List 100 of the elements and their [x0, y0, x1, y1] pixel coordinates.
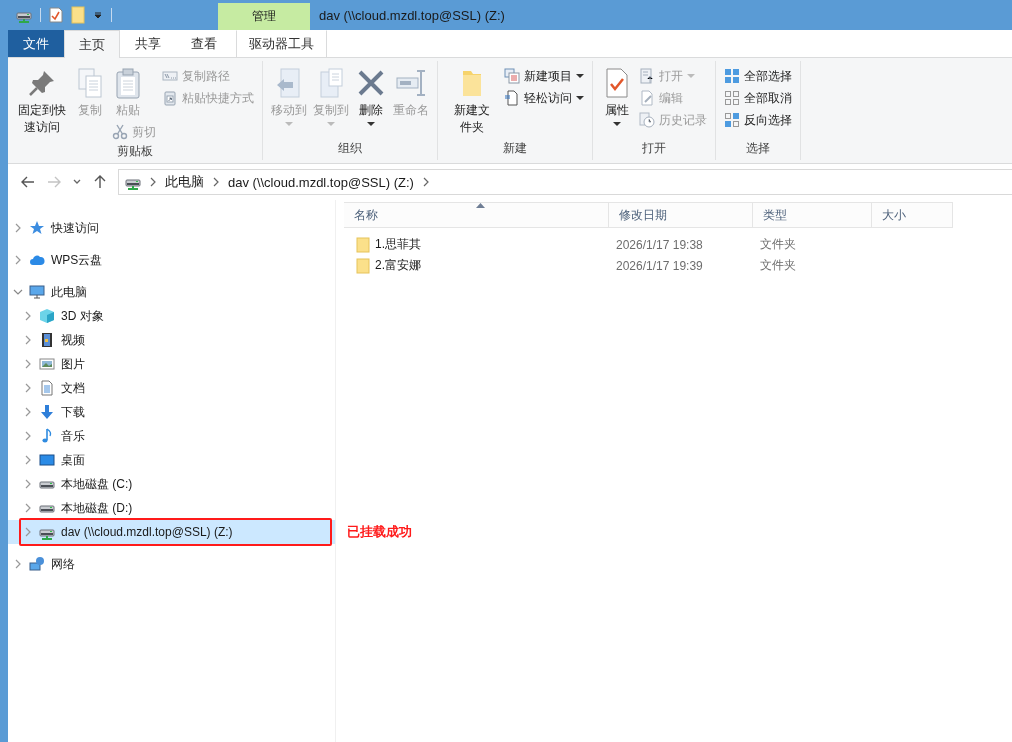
tree-item[interactable]: 图片 [8, 352, 335, 376]
ribbon-button[interactable]: 反向选择 [722, 109, 794, 131]
context-tab-label: 管理 [218, 3, 310, 30]
network-icon [29, 556, 45, 572]
chevron-right-icon[interactable] [23, 311, 33, 321]
annotation-text: 已挂载成功 [347, 523, 412, 541]
file-name[interactable]: 1.思菲其 [375, 236, 421, 253]
clock-icon [639, 112, 655, 128]
up-arrow-icon[interactable] [92, 174, 108, 190]
ribbon-tab[interactable]: 文件 [8, 30, 64, 57]
rename-icon [395, 67, 427, 99]
ribbon-tab[interactable]: 查看 [176, 30, 232, 57]
forward-arrow-icon[interactable] [46, 174, 62, 190]
address-bar[interactable]: 此电脑 dav (\\cloud.mzdl.top@SSL) (Z:) [118, 169, 1012, 195]
chevron-right-icon [212, 177, 220, 187]
chevron-right-icon[interactable] [13, 223, 23, 233]
breadcrumb[interactable]: dav (\\cloud.mzdl.top@SSL) (Z:) [228, 174, 414, 190]
breadcrumb[interactable]: 此电脑 [165, 173, 204, 191]
tree-item[interactable]: 本地磁盘 (D:) [8, 496, 335, 520]
document-icon [39, 380, 55, 396]
star-icon [29, 220, 45, 236]
document-check-icon[interactable] [49, 7, 63, 23]
chevron-right-icon [421, 177, 430, 187]
picture-icon [39, 356, 55, 372]
tree-item[interactable]: 桌面 [8, 448, 335, 472]
chevron-right-icon[interactable] [23, 431, 33, 441]
group-label: 选择 [745, 140, 771, 157]
cube-icon [39, 308, 55, 324]
chevron-right-icon[interactable] [23, 407, 33, 417]
ribbon-button[interactable]: 新建项目 [502, 65, 586, 87]
chevron-right-icon[interactable] [23, 527, 33, 537]
back-arrow-icon[interactable] [20, 174, 36, 190]
ribbon-button[interactable]: 新建文件夹 [444, 65, 500, 138]
chevron-right-icon[interactable] [13, 559, 23, 569]
table-cell-text: 文件夹 [759, 257, 797, 274]
chevron-right-icon[interactable] [23, 455, 33, 465]
window-title: dav (\\cloud.mzdl.top@SSL) (Z:) [318, 6, 505, 25]
film-icon [39, 332, 55, 348]
scissors-icon [112, 124, 128, 140]
chevron-right-icon[interactable] [23, 335, 33, 345]
group-label: 剪贴板 [116, 143, 154, 160]
grid-icon [724, 112, 740, 128]
tree-item[interactable]: 文档 [8, 376, 335, 400]
folder-icon [356, 236, 370, 253]
chevron-down-icon[interactable] [13, 287, 23, 297]
folder-icon[interactable] [71, 6, 85, 24]
grid-icon [724, 68, 740, 84]
column-header[interactable]: 类型 [753, 202, 872, 228]
caret-icon [367, 122, 375, 127]
column-header[interactable]: 修改日期 [609, 202, 753, 228]
clipboard-icon [162, 90, 178, 106]
tree-item[interactable]: 下载 [8, 400, 335, 424]
caret-icon [285, 122, 293, 127]
ribbon-button[interactable]: 删除 [353, 65, 389, 129]
chevron-right-icon[interactable] [13, 255, 23, 265]
tree-item[interactable]: 3D 对象 [8, 304, 335, 328]
ribbon-tab[interactable]: 主页 [64, 30, 120, 58]
chevron-right-icon[interactable] [23, 479, 33, 489]
group-label: 组织 [337, 140, 363, 157]
ribbon-button[interactable]: 全部取消 [722, 87, 794, 109]
caret-icon [576, 95, 584, 101]
caret-icon [576, 73, 584, 79]
tree-item[interactable]: WPS云盘 [8, 248, 335, 272]
column-header[interactable]: 大小 [872, 202, 953, 228]
caret-icon[interactable] [93, 10, 103, 20]
ribbon-tab[interactable]: 共享 [120, 30, 176, 57]
ribbon-tab[interactable]: 驱动器工具 [236, 30, 327, 57]
ribbon-button[interactable]: 轻松访问 [502, 87, 586, 109]
monitor-icon [29, 284, 45, 300]
ribbon-button[interactable]: 全部选择 [722, 65, 794, 87]
down-arrow-icon [39, 404, 55, 420]
caret-icon [327, 122, 335, 127]
group-label: 打开 [641, 140, 667, 157]
document-icon [504, 90, 520, 106]
tree-item[interactable]: 此电脑 [8, 280, 335, 304]
pencil-icon [639, 90, 655, 106]
tree-item[interactable]: 本地磁盘 (C:) [8, 472, 335, 496]
column-header[interactable]: 名称 [344, 202, 609, 228]
open-icon [639, 68, 655, 84]
ribbon-button[interactable]: 属性 [599, 65, 635, 129]
chevron-right-icon[interactable] [23, 359, 33, 369]
caret-icon [687, 73, 695, 79]
desktop-icon [39, 452, 55, 468]
table-cell-text: 2026/1/17 19:39 [615, 258, 704, 273]
chevron-right-icon[interactable] [23, 383, 33, 393]
tree-item[interactable]: 视频 [8, 328, 335, 352]
folder-icon [356, 257, 370, 274]
tree-item[interactable]: 快速访问 [8, 216, 335, 240]
new-item-icon [504, 68, 520, 84]
grid-icon [724, 90, 740, 106]
chevron-right-icon [149, 177, 157, 187]
group-label: 新建 [502, 140, 528, 157]
ribbon-button[interactable]: 固定到快速访问 [14, 65, 70, 138]
caret-icon [613, 122, 621, 127]
tree-item[interactable]: 网络 [8, 552, 335, 576]
sort-caret-icon [476, 203, 485, 208]
path-icon [162, 68, 178, 84]
tree-item[interactable]: 音乐 [8, 424, 335, 448]
chevron-right-icon[interactable] [23, 503, 33, 513]
file-name[interactable]: 2.富安娜 [375, 257, 421, 274]
